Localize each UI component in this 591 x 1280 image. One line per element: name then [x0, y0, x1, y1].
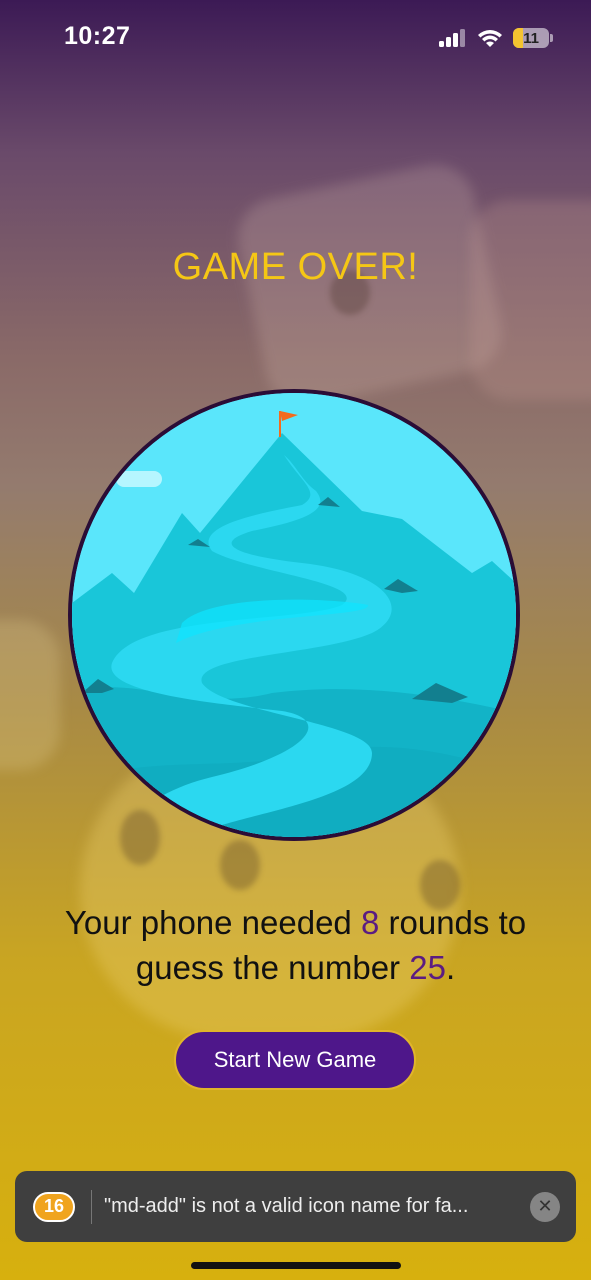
game-over-title: GAME OVER! — [172, 246, 419, 288]
error-toast[interactable]: 16 "md-add" is not a valid icon name for… — [15, 1171, 576, 1242]
background-die — [0, 620, 60, 770]
die-pip — [120, 810, 160, 865]
battery-level: 11 — [523, 29, 539, 47]
summary-suffix: . — [445, 949, 456, 986]
rounds-count: 8 — [360, 904, 380, 941]
start-new-game-button[interactable]: Start New Game — [174, 1030, 416, 1090]
battery-fill — [513, 28, 524, 48]
close-icon[interactable]: ✕ — [530, 1191, 560, 1222]
summary-prefix: Your phone needed — [64, 904, 361, 941]
die-pip — [220, 840, 260, 890]
toast-count-badge: 16 — [33, 1191, 75, 1222]
cloud-shape — [116, 471, 162, 487]
status-icons: 11 — [439, 28, 553, 48]
battery-tip — [550, 34, 553, 42]
game-over-image — [68, 389, 520, 841]
status-time: 10:27 — [64, 22, 131, 50]
toast-message[interactable]: "md-add" is not a valid icon name for fa… — [104, 1195, 518, 1218]
signal-icon — [439, 29, 465, 47]
toast-divider — [91, 1189, 92, 1224]
home-indicator[interactable] — [191, 1262, 401, 1269]
background-die — [470, 200, 591, 400]
wifi-icon — [478, 30, 502, 47]
target-number: 25 — [409, 949, 446, 986]
battery-icon: 11 — [513, 28, 553, 48]
status-bar: 10:27 11 — [0, 0, 591, 80]
game-over-summary: Your phone needed 8 rounds to guess the … — [30, 900, 561, 990]
mountain-summit-illustration — [72, 393, 516, 837]
battery-body: 11 — [513, 28, 549, 48]
